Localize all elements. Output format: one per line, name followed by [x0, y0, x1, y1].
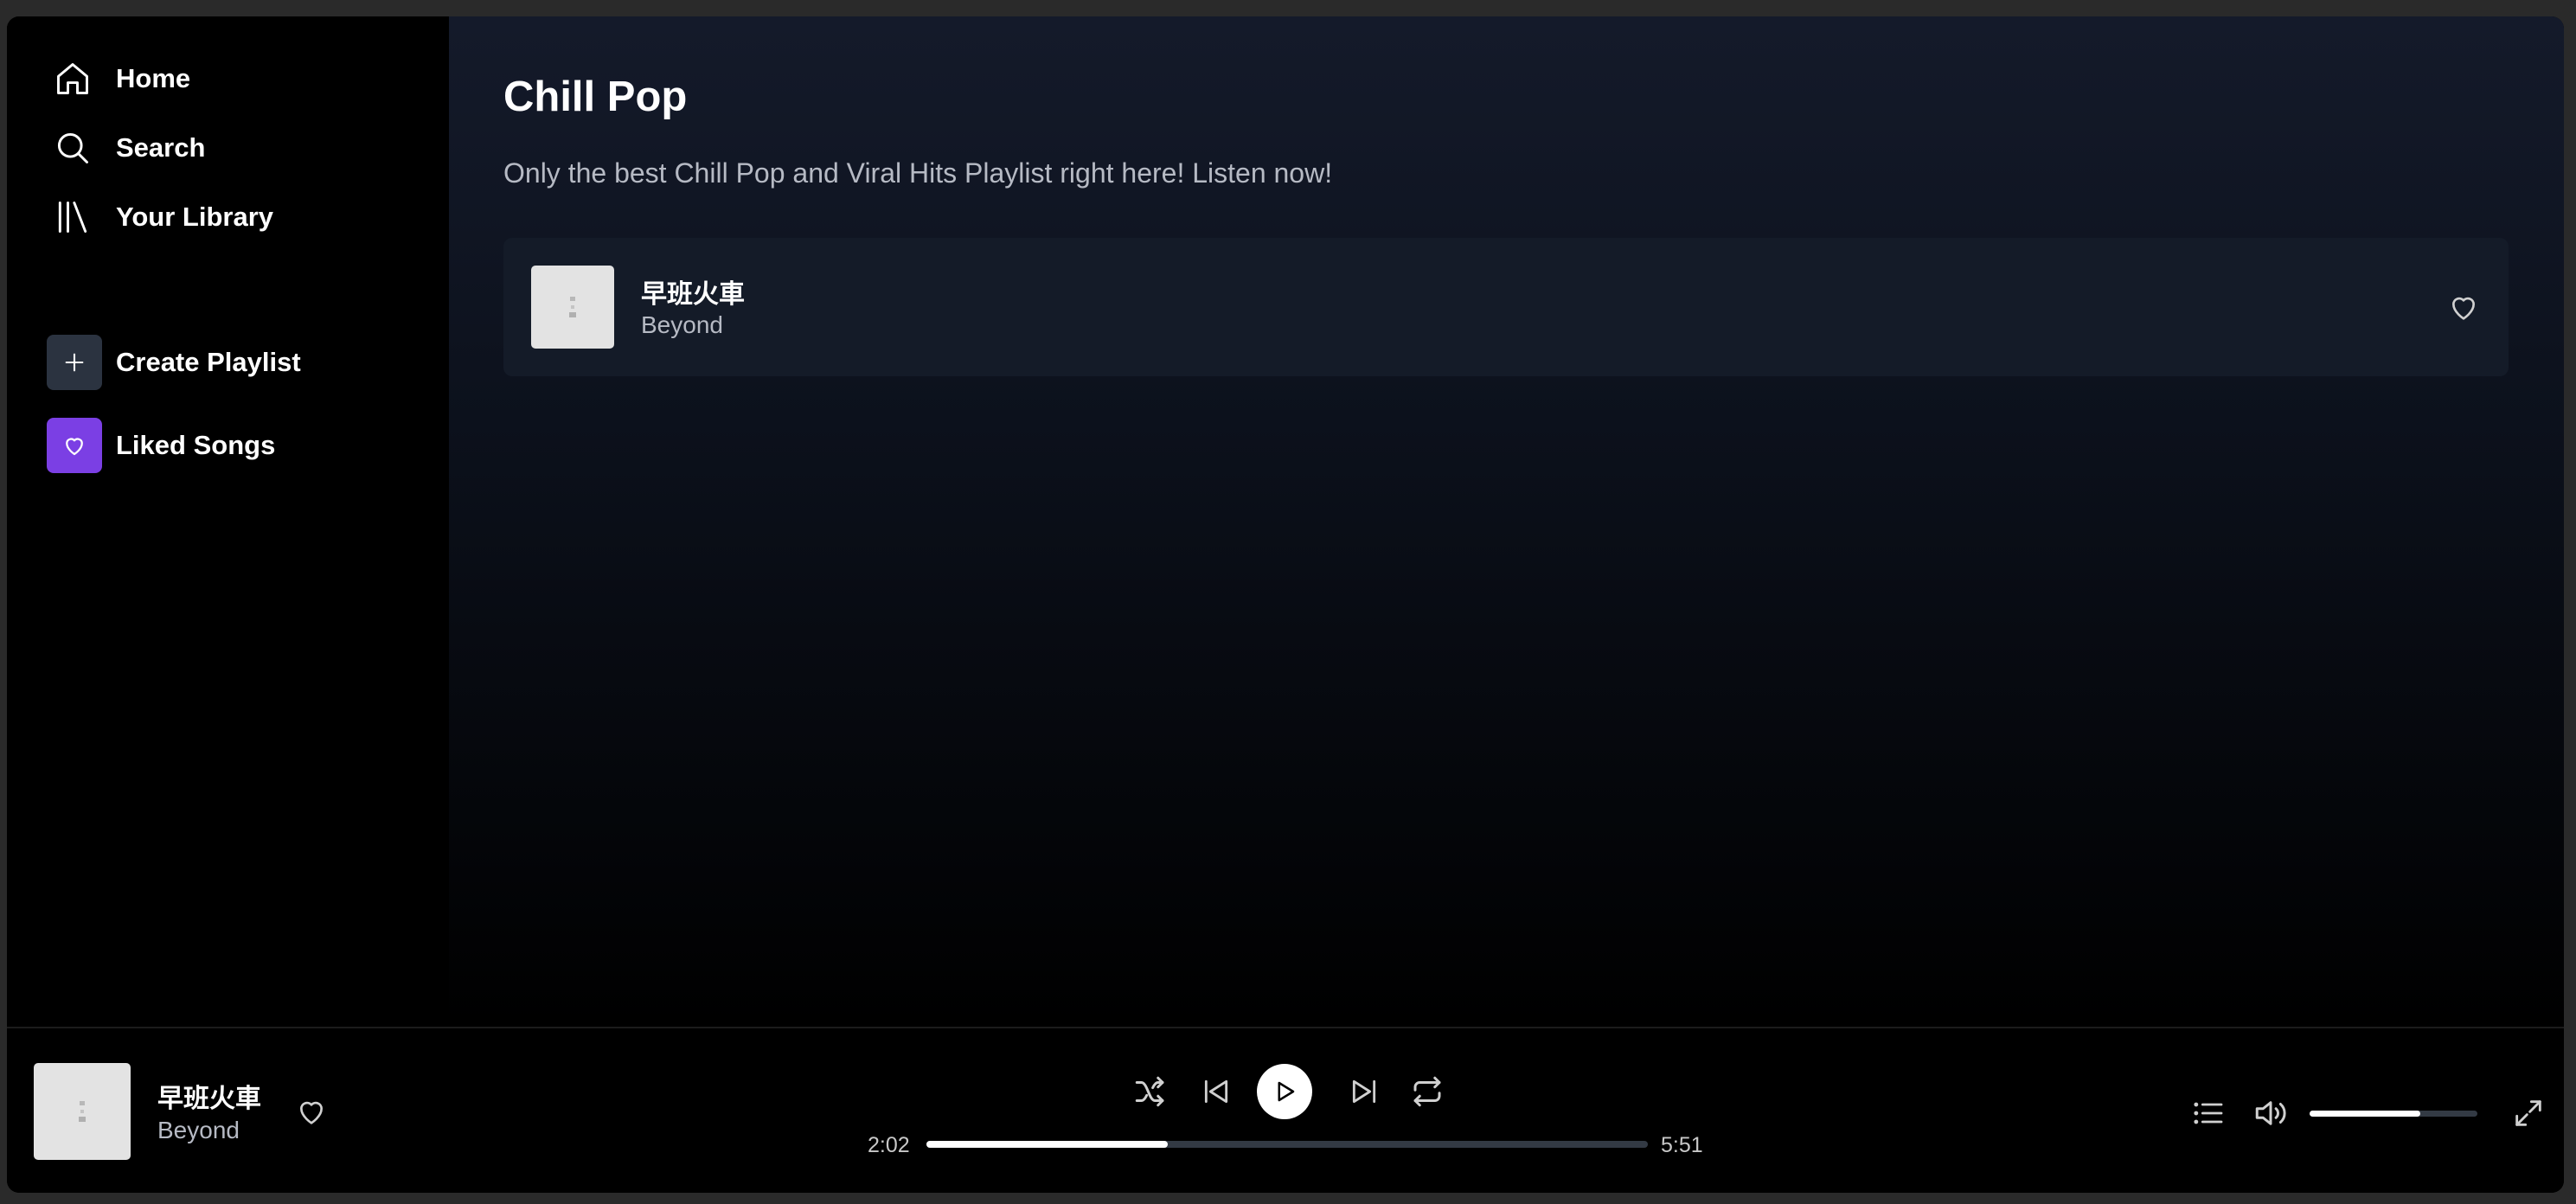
- heart-icon: [47, 418, 102, 473]
- album-placeholder-icon: [79, 1101, 86, 1122]
- track-artist[interactable]: Beyond: [641, 311, 723, 339]
- create-playlist-label: Create Playlist: [116, 347, 301, 377]
- now-playing-artist[interactable]: Beyond: [157, 1117, 240, 1144]
- playlist-description: Only the best Chill Pop and Viral Hits P…: [503, 157, 1333, 189]
- nav-home-label: Home: [116, 63, 191, 93]
- volume-icon: [2255, 1101, 2286, 1125]
- library-icon: [47, 191, 99, 243]
- play-icon: [1278, 1081, 1295, 1102]
- progress-bar[interactable]: [926, 1141, 1648, 1148]
- volume-button[interactable]: [2249, 1092, 2292, 1135]
- create-playlist-button[interactable]: Create Playlist: [47, 335, 301, 390]
- nav-library[interactable]: Your Library: [47, 191, 273, 243]
- repeat-button[interactable]: [1406, 1070, 1449, 1113]
- previous-button[interactable]: [1195, 1070, 1238, 1113]
- album-placeholder-icon: [569, 297, 576, 317]
- repeat-icon: [1413, 1076, 1441, 1107]
- like-now-playing-button[interactable]: [291, 1091, 332, 1132]
- skip-back-icon: [1204, 1079, 1228, 1104]
- heart-icon: [2452, 297, 2475, 320]
- skip-forward-icon: [1352, 1079, 1376, 1104]
- player-bar: 早班火車 Beyond 2:02 5:51: [7, 1027, 2564, 1193]
- nav-search[interactable]: Search: [47, 122, 205, 174]
- track-title: 早班火車: [641, 280, 745, 309]
- shuffle-button[interactable]: [1129, 1070, 1172, 1113]
- sidebar: Home Search Your Library Create Playlist…: [7, 16, 449, 1027]
- expand-icon: [2515, 1100, 2541, 1126]
- app-window: Home Search Your Library Create Playlist…: [7, 16, 2564, 1193]
- now-playing-art: [34, 1063, 131, 1160]
- shuffle-icon: [1135, 1076, 1164, 1107]
- liked-songs-label: Liked Songs: [116, 430, 276, 460]
- now-playing-title: 早班火車: [157, 1085, 261, 1113]
- plus-icon: [47, 335, 102, 390]
- playlist-view: Chill Pop Only the best Chill Pop and Vi…: [449, 16, 2564, 1027]
- current-time: 2:02: [868, 1133, 910, 1157]
- nav-search-label: Search: [116, 132, 206, 163]
- nav-library-label: Your Library: [116, 202, 274, 232]
- queue-button[interactable]: [2187, 1092, 2230, 1135]
- nav-home[interactable]: Home: [47, 53, 190, 105]
- track-row[interactable]: 早班火車 Beyond: [503, 238, 2509, 376]
- next-button[interactable]: [1342, 1070, 1386, 1113]
- queue-icon: [2194, 1102, 2223, 1124]
- total-time: 5:51: [1661, 1133, 1703, 1157]
- volume-slider[interactable]: [2310, 1111, 2477, 1117]
- like-track-button[interactable]: [2443, 286, 2484, 328]
- search-icon: [47, 122, 99, 174]
- play-button[interactable]: [1257, 1064, 1312, 1119]
- heart-icon: [300, 1101, 323, 1124]
- page-title: Chill Pop: [503, 74, 688, 120]
- volume-fill: [2310, 1111, 2421, 1117]
- liked-songs-button[interactable]: Liked Songs: [47, 418, 276, 473]
- progress-fill: [926, 1141, 1169, 1148]
- fullscreen-button[interactable]: [2507, 1092, 2550, 1135]
- album-art: [531, 266, 614, 349]
- home-icon: [47, 53, 99, 105]
